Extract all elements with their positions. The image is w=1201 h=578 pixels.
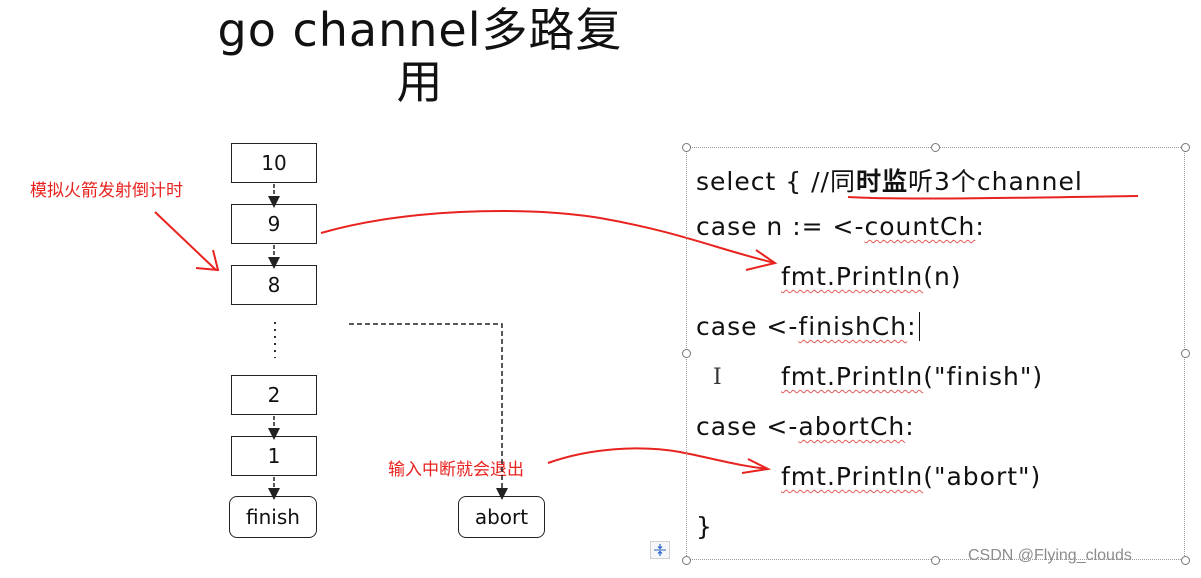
- countdown-box-10: 10: [231, 143, 317, 183]
- code-textbox[interactable]: [686, 147, 1185, 560]
- text-caret: ​: [918, 312, 920, 341]
- countdown-box-9: 9: [231, 204, 317, 244]
- countdown-box-2: 2: [231, 375, 317, 415]
- resize-handle-bottom-right[interactable]: [1181, 556, 1190, 565]
- abort-annotation: 输入中断就会退出: [388, 460, 524, 480]
- code-line-case-abort[interactable]: case <-abortCh:: [696, 412, 915, 441]
- code-line-println-abort[interactable]: fmt.Println("abort"): [781, 462, 1041, 491]
- code-line-close-brace[interactable]: }: [696, 512, 713, 541]
- resize-handle-bottom-left[interactable]: [682, 556, 691, 565]
- layout-options-button[interactable]: [650, 541, 670, 559]
- ibeam-cursor-icon: I: [713, 365, 722, 390]
- layout-options-icon: [654, 544, 666, 556]
- watermark: CSDN @Flying_clouds: [968, 547, 1132, 564]
- resize-handle-top-right[interactable]: [1181, 143, 1190, 152]
- resize-handle-top-center[interactable]: [931, 143, 940, 152]
- slide-title: go channel多路复 用: [170, 4, 670, 108]
- title-line-2: 用: [396, 55, 444, 109]
- code-line-case-finish[interactable]: case <-finishCh:​: [696, 312, 920, 341]
- abort-terminal: abort: [458, 496, 545, 538]
- countdown-annotation: 模拟火箭发射倒计时: [30, 181, 183, 201]
- resize-handle-middle-right[interactable]: [1181, 349, 1190, 358]
- resize-handle-middle-left[interactable]: [682, 349, 691, 358]
- resize-handle-bottom-center[interactable]: [931, 556, 940, 565]
- countdown-box-8: 8: [231, 265, 317, 305]
- code-line-case-count[interactable]: case n := <-countCh:: [696, 212, 985, 241]
- title-line-1: go channel多路复: [217, 3, 623, 57]
- code-line-println-n[interactable]: fmt.Println(n): [781, 262, 962, 291]
- red-arrow-countdown-to-box8: [154, 211, 220, 272]
- code-line-select[interactable]: select { //同时监听3个channel: [696, 162, 1083, 198]
- finish-terminal: finish: [229, 496, 317, 538]
- code-line-println-finish[interactable]: fmt.Println("finish"): [781, 362, 1043, 391]
- countdown-box-1: 1: [231, 436, 317, 476]
- resize-handle-top-left[interactable]: [682, 143, 691, 152]
